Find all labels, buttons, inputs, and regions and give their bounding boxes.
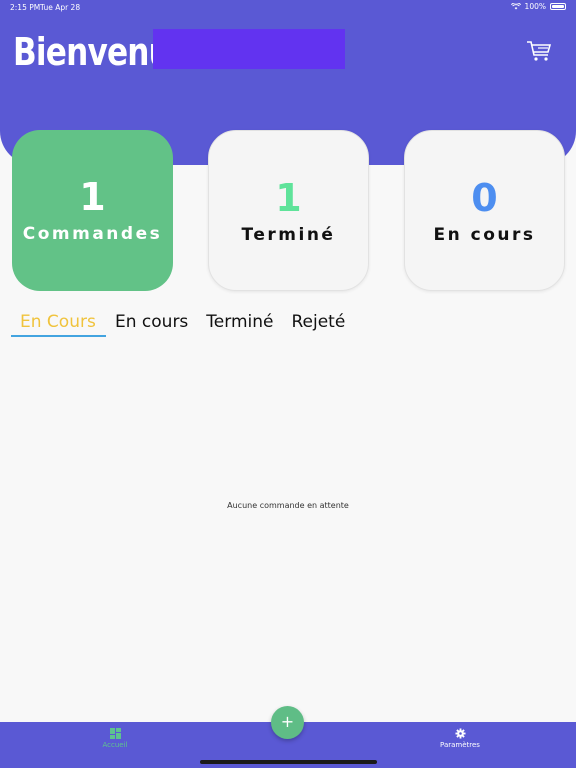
cart-icon[interactable] bbox=[526, 40, 552, 62]
stat-value: 1 bbox=[79, 175, 106, 219]
battery-icon bbox=[550, 3, 566, 10]
order-tabs: En Cours En cours Terminé Rejeté bbox=[11, 308, 354, 337]
stat-card-commandes[interactable]: 1 Commandes bbox=[12, 130, 173, 291]
nav-home-label: Accueil bbox=[102, 741, 128, 749]
tab-en-cours-active[interactable]: En Cours bbox=[11, 308, 106, 337]
status-bar: 2:15 PM Tue Apr 28 100% bbox=[0, 0, 576, 14]
empty-state-message: Aucune commande en attente bbox=[227, 501, 349, 510]
stat-value: 0 bbox=[471, 176, 498, 220]
tab-en-cours[interactable]: En cours bbox=[106, 308, 197, 335]
add-order-button[interactable]: + bbox=[271, 706, 304, 739]
nav-settings-label: Paramètres bbox=[440, 741, 480, 749]
status-time: 2:15 PM bbox=[10, 3, 41, 12]
status-date: Tue Apr 28 bbox=[40, 3, 81, 12]
nav-home[interactable]: Accueil bbox=[75, 728, 155, 749]
stat-value: 1 bbox=[275, 176, 302, 220]
stat-card-en-cours[interactable]: 0 En cours bbox=[404, 130, 565, 291]
dashboard-icon bbox=[109, 728, 121, 739]
user-name-block bbox=[153, 29, 345, 69]
stat-label: En cours bbox=[433, 225, 536, 245]
tab-rejete[interactable]: Rejeté bbox=[282, 308, 354, 335]
battery-percent: 100% bbox=[524, 2, 546, 11]
status-right: 100% bbox=[510, 2, 566, 11]
wifi-icon bbox=[510, 3, 521, 10]
home-indicator bbox=[200, 760, 377, 764]
stat-label: Commandes bbox=[22, 224, 163, 244]
gear-icon bbox=[454, 728, 466, 739]
nav-settings[interactable]: Paramètres bbox=[420, 728, 500, 749]
tab-termine[interactable]: Terminé bbox=[197, 308, 282, 335]
welcome-title: Bienvenu bbox=[13, 30, 171, 74]
stat-label: Terminé bbox=[241, 225, 336, 245]
stat-card-termine[interactable]: 1 Terminé bbox=[208, 130, 369, 291]
